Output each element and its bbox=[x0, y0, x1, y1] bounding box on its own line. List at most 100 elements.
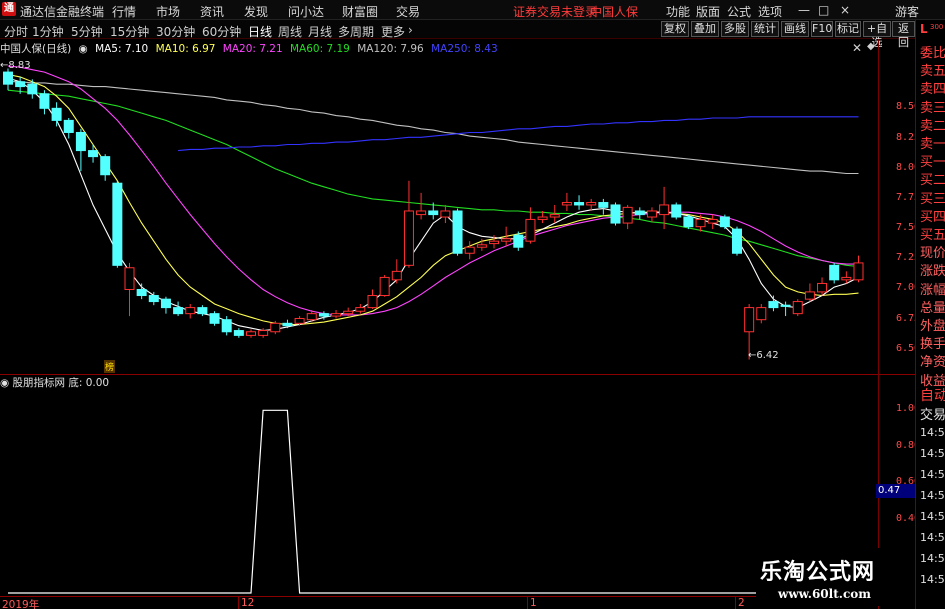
candle-body-down bbox=[671, 204, 682, 218]
quote-label: 涨幅 bbox=[920, 282, 945, 298]
indicator-tick-label: 0.40 bbox=[896, 512, 921, 524]
price-tick-label: 7.25 bbox=[896, 252, 921, 264]
candle-body-down bbox=[148, 295, 159, 303]
candle-body-down bbox=[112, 182, 123, 266]
price-tick-label: 8.25 bbox=[896, 131, 921, 143]
trade-time: 14:56 bbox=[920, 573, 945, 586]
ma10-legend: MA10: 6.97 bbox=[155, 43, 216, 55]
panel-divider bbox=[0, 374, 915, 375]
candle-body-down bbox=[27, 83, 38, 95]
candle-body-down bbox=[513, 234, 524, 248]
candle-body-up bbox=[841, 276, 852, 281]
candle-body-up bbox=[355, 307, 366, 312]
settings-icon[interactable]: ◉ bbox=[79, 43, 88, 55]
trade-label[interactable]: 交易 bbox=[920, 404, 945, 423]
candle-body-up bbox=[391, 270, 402, 281]
quote-label: 买一 bbox=[920, 155, 945, 171]
candle-body-up bbox=[561, 202, 572, 206]
candle-body-up bbox=[756, 307, 767, 321]
chart-title: 中国人保(日线) bbox=[0, 43, 72, 55]
indicator-value: 底: 0.00 bbox=[68, 377, 110, 389]
candle-body-up bbox=[379, 276, 390, 297]
indicator-line bbox=[8, 409, 859, 594]
quote-label: 外盘 bbox=[920, 319, 945, 334]
trade-time: 14:56 bbox=[920, 531, 945, 544]
indicator-legend: ◉ 股朋指标网 底: 0.00 bbox=[0, 375, 109, 389]
date-label-feb: 2 bbox=[738, 597, 745, 609]
expand-icon[interactable]: ◆ bbox=[867, 41, 875, 52]
candle-body-down bbox=[768, 301, 779, 309]
ma20-line bbox=[7, 65, 859, 316]
auto-label[interactable]: 自动 bbox=[920, 385, 945, 405]
ma250-line bbox=[178, 116, 859, 152]
settings-icon[interactable]: ◉ bbox=[0, 377, 13, 389]
candle-body-up bbox=[525, 218, 536, 242]
candle-body-down bbox=[197, 307, 208, 315]
back-button[interactable]: 返回 bbox=[892, 21, 915, 49]
candle-body-up bbox=[294, 317, 305, 324]
candle-body-down bbox=[719, 216, 730, 228]
candle-body-up bbox=[489, 240, 499, 245]
quote-label: 涨跌 bbox=[920, 264, 945, 280]
quote-label: 买五 bbox=[920, 228, 945, 243]
candle-body-down bbox=[63, 119, 74, 133]
quote-label: 买二 bbox=[920, 173, 945, 189]
candle-body-up bbox=[792, 301, 803, 315]
trade-time: 14:56 bbox=[920, 468, 945, 481]
candle-body-down bbox=[51, 107, 62, 121]
panel-corner[interactable]: L bbox=[920, 22, 928, 36]
indicator-name: 股朋指标网 bbox=[12, 377, 66, 389]
indicator-tick-label: 0.80 bbox=[896, 439, 921, 451]
candle-body-down bbox=[610, 204, 621, 224]
date-tick bbox=[735, 596, 736, 609]
price-tick-label: 6.75 bbox=[896, 312, 921, 324]
candle-body-down bbox=[100, 156, 111, 176]
indicator-tick-label: 1.00 bbox=[896, 403, 921, 415]
candle-body-down bbox=[452, 210, 463, 254]
ma120-line bbox=[8, 81, 859, 175]
candle-body-down bbox=[282, 322, 293, 327]
trade-time: 14:56 bbox=[920, 447, 945, 460]
ma60-line bbox=[7, 89, 859, 268]
trade-time: 14:56 bbox=[920, 426, 945, 439]
trade-time: 14:56 bbox=[920, 510, 945, 523]
candle-body-up bbox=[124, 267, 135, 290]
quote-label: 净资 bbox=[920, 355, 945, 371]
candle-body-down bbox=[209, 313, 220, 324]
candle-body-down bbox=[160, 298, 171, 309]
guest-label[interactable]: 游客 bbox=[895, 3, 919, 20]
candle-body-up bbox=[306, 313, 317, 321]
quote-label: 卖四 bbox=[920, 82, 945, 98]
candle-body-up bbox=[343, 310, 354, 315]
candle-body-down bbox=[221, 319, 232, 333]
candle-body-up bbox=[744, 307, 755, 333]
quote-label: 现价 bbox=[920, 246, 945, 262]
candlestick-chart[interactable] bbox=[0, 0, 878, 609]
candle-body-up bbox=[367, 295, 378, 309]
candle-body-down bbox=[39, 93, 50, 109]
candle-body-up bbox=[695, 218, 706, 228]
high-annotation: ←8.83 bbox=[0, 60, 31, 71]
rank-tag[interactable]: 榜 bbox=[104, 360, 116, 373]
candle-body-down bbox=[318, 313, 329, 317]
candle-body-up bbox=[258, 330, 269, 336]
candle-body-up bbox=[817, 282, 828, 293]
price-tick-label: 7.75 bbox=[896, 191, 921, 203]
candle-body-down bbox=[75, 131, 86, 152]
candle-body-down bbox=[428, 210, 439, 216]
trade-time: 14:56 bbox=[920, 489, 945, 502]
candle-body-up bbox=[586, 202, 597, 206]
candle-body-up bbox=[707, 218, 718, 224]
quote-label: 买四 bbox=[920, 209, 945, 225]
price-tick-label: 8.00 bbox=[896, 161, 921, 173]
candle-body-down bbox=[780, 304, 791, 307]
quote-label: 卖三 bbox=[920, 100, 945, 116]
date-label-year: 2019年 bbox=[2, 599, 40, 609]
ma250-legend: MA250: 8.43 bbox=[431, 43, 498, 55]
price-tick-label: 7.50 bbox=[896, 222, 921, 234]
quote-label: 卖一 bbox=[920, 137, 945, 152]
collapse-icon[interactable]: ✕ bbox=[852, 41, 862, 55]
candle-body-down bbox=[634, 210, 645, 216]
candle-body-down bbox=[173, 307, 184, 315]
ma-legend: 中国人保(日线) ◉ MA5: 7.10 MA10: 6.97 MA20: 7.… bbox=[0, 41, 502, 55]
